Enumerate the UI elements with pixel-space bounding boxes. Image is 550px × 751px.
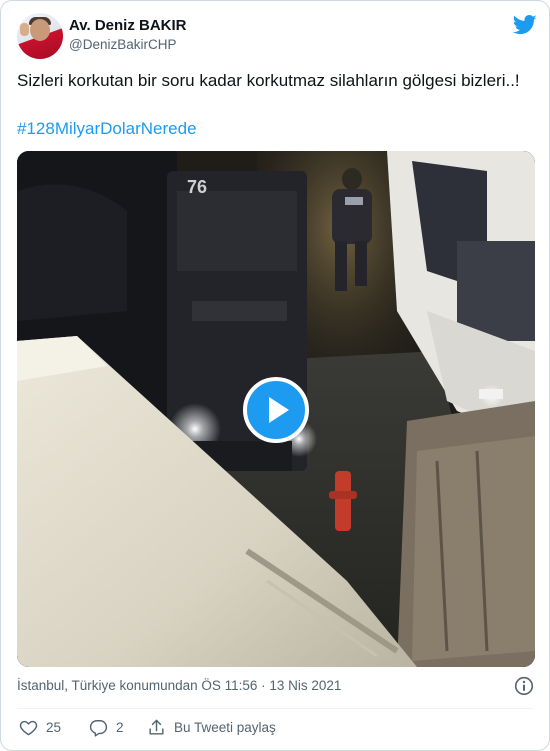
like-button[interactable]: 25 (19, 717, 61, 737)
author-handle[interactable]: @DenizBakirCHP (69, 37, 176, 52)
avatar[interactable] (17, 13, 63, 59)
like-count: 25 (46, 719, 62, 735)
hashtag-link[interactable]: #128MilyarDolarNerede (17, 117, 197, 141)
share-button[interactable]: Bu Tweeti paylaş (147, 717, 276, 737)
divider (17, 708, 533, 709)
tweet-meta[interactable]: İstanbul, Türkiye konumundan ÖS 11:56 · … (17, 678, 341, 693)
vehicle-number-text: 76 (187, 177, 207, 197)
tweet-card[interactable]: Av. Deniz BAKIR @DenizBakirCHP Sizleri k… (0, 0, 550, 751)
video-thumbnail[interactable]: 76 (17, 151, 535, 667)
play-button[interactable] (243, 377, 309, 443)
share-icon (149, 719, 164, 735)
reply-button[interactable]: 2 (89, 717, 124, 737)
author-name[interactable]: Av. Deniz BAKIR (69, 17, 187, 34)
reply-count: 2 (116, 719, 124, 735)
reply-icon (89, 719, 108, 737)
heart-icon (19, 720, 38, 735)
twitter-bird-icon[interactable] (513, 15, 537, 35)
play-icon (269, 397, 289, 423)
tweet-text: Sizleri korkutan bir soru kadar korkutma… (17, 71, 520, 90)
info-icon[interactable] (514, 676, 534, 696)
share-label: Bu Tweeti paylaş (174, 719, 276, 735)
